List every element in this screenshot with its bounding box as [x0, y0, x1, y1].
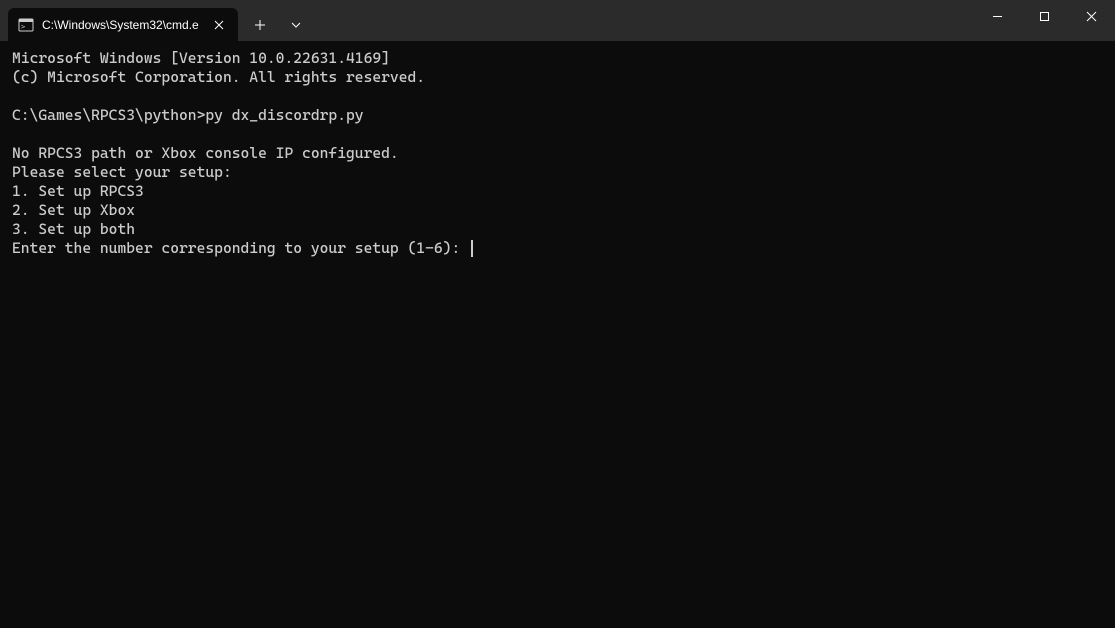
- minimize-button[interactable]: [974, 0, 1021, 32]
- tab-dropdown-button[interactable]: [278, 8, 314, 41]
- tab-active[interactable]: >_ C:\Windows\System32\cmd.e: [8, 8, 238, 41]
- maximize-button[interactable]: [1021, 0, 1068, 32]
- tab-close-button[interactable]: [210, 16, 228, 34]
- tab-title: C:\Windows\System32\cmd.e: [42, 18, 202, 32]
- window-controls: [974, 0, 1115, 41]
- terminal-line: 3. Set up both: [12, 220, 135, 238]
- terminal-prompt: Enter the number corresponding to your s…: [12, 239, 469, 257]
- new-tab-button[interactable]: [242, 8, 278, 41]
- cursor-icon: [471, 240, 473, 257]
- terminal-line: 2. Set up Xbox: [12, 201, 135, 219]
- terminal-output[interactable]: Microsoft Windows [Version 10.0.22631.41…: [0, 41, 1115, 628]
- titlebar: >_ C:\Windows\System32\cmd.e: [0, 0, 1115, 41]
- terminal-line: (c) Microsoft Corporation. All rights re…: [12, 68, 425, 86]
- terminal-line: Microsoft Windows [Version 10.0.22631.41…: [12, 49, 390, 67]
- tab-area: >_ C:\Windows\System32\cmd.e: [0, 0, 314, 41]
- cmd-icon: >_: [18, 17, 34, 33]
- svg-text:>_: >_: [21, 23, 30, 31]
- terminal-line: Please select your setup:: [12, 163, 232, 181]
- terminal-line: 1. Set up RPCS3: [12, 182, 144, 200]
- terminal-line: No RPCS3 path or Xbox console IP configu…: [12, 144, 399, 162]
- close-window-button[interactable]: [1068, 0, 1115, 32]
- terminal-line: C:\Games\RPCS3\python>py dx_discordrp.py: [12, 106, 364, 124]
